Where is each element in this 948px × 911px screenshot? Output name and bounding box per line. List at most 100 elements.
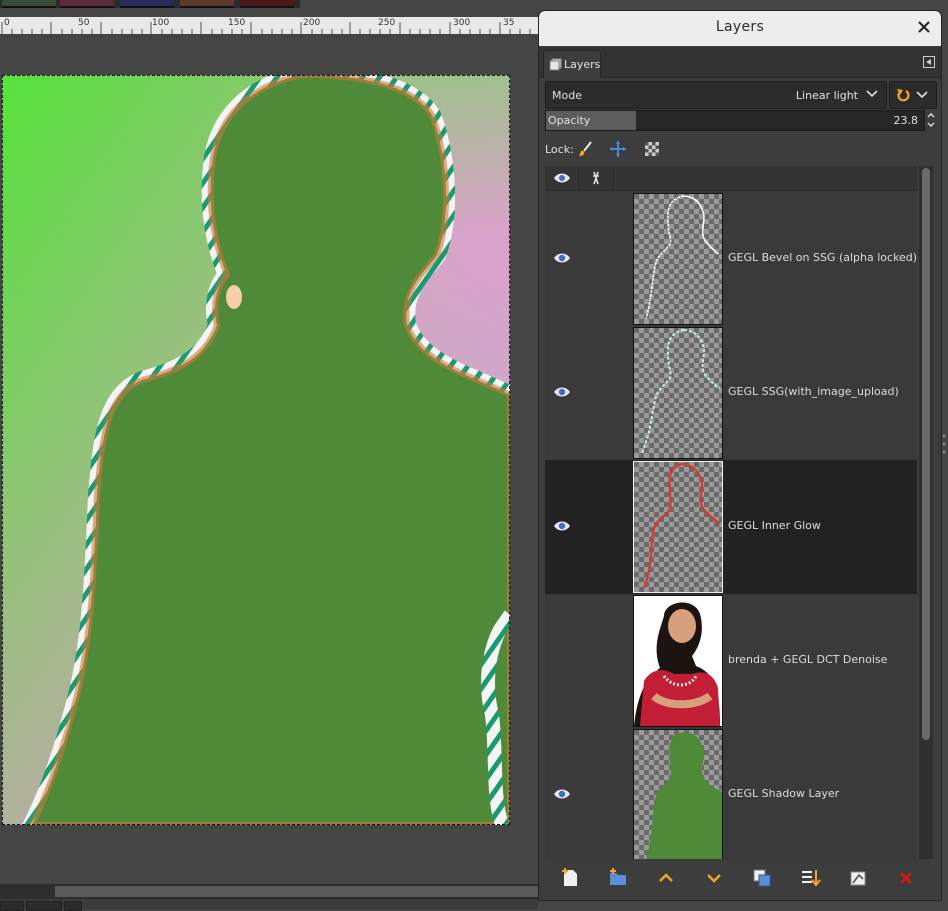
status-control[interactable]	[26, 901, 62, 911]
ruler-label: 250	[378, 18, 396, 28]
checkerboard-icon	[645, 142, 659, 156]
layer-name[interactable]: GEGL Bevel on SSG (alpha locked)	[728, 251, 917, 264]
lock-position-button[interactable]	[609, 140, 627, 158]
status-bar	[0, 899, 538, 911]
layer-row[interactable]: GEGL SSG(with_image_upload)	[545, 326, 917, 460]
layers-dialog: Layers Layers Mode Linear light Opacity …	[538, 10, 942, 901]
raise-layer-button[interactable]	[655, 867, 677, 889]
layer-row[interactable]: GEGL Bevel on SSG (alpha locked)	[545, 192, 917, 326]
layer-thumbnail[interactable]	[633, 595, 723, 727]
opacity-spin-button[interactable]	[925, 110, 937, 130]
chevron-up-icon	[659, 873, 673, 882]
layer-name[interactable]: GEGL SSG(with_image_upload)	[728, 385, 899, 398]
dialog-title: Layers	[715, 19, 765, 35]
tab-layers[interactable]: Layers	[543, 50, 601, 78]
duplicate-layer-button[interactable]	[751, 867, 773, 889]
horizontal-scrollbar[interactable]	[0, 884, 538, 899]
close-icon	[918, 21, 930, 33]
ruler-label: 150	[228, 18, 246, 28]
chevron-down-icon	[866, 90, 878, 98]
image-tab-thumbnail[interactable]	[180, 0, 234, 8]
merge-layer-button[interactable]	[799, 867, 821, 889]
delete-icon	[899, 871, 913, 885]
layers-list[interactable]: GEGL Bevel on SSG (alpha locked) GEGL SS…	[545, 166, 917, 859]
layer-row-active[interactable]: GEGL Inner Glow	[545, 460, 917, 594]
chevron-down-icon	[916, 91, 928, 99]
lower-layer-button[interactable]	[703, 867, 725, 889]
visibility-eye-icon[interactable]	[553, 385, 571, 399]
ruler-label: 35	[503, 18, 515, 28]
image-tab-thumbnail[interactable]	[120, 0, 174, 8]
ruler-label: 50	[78, 18, 90, 28]
scrollbar-thumb[interactable]	[922, 168, 930, 740]
status-control[interactable]	[0, 901, 24, 911]
new-layer-button[interactable]	[559, 867, 581, 889]
lock-pixels-button[interactable]	[577, 140, 595, 158]
visibility-eye-icon[interactable]	[553, 519, 571, 533]
ruler-label: 200	[303, 18, 321, 28]
layers-list-header	[545, 166, 917, 191]
reset-arrow-icon	[897, 89, 910, 102]
image-canvas[interactable]	[2, 75, 510, 825]
visibility-eye-icon[interactable]	[553, 251, 571, 265]
visibility-toggle-empty[interactable]	[553, 653, 571, 667]
close-button[interactable]	[915, 19, 933, 37]
tab-label: Layers	[564, 58, 601, 71]
layer-thumbnail[interactable]	[633, 461, 723, 593]
image-tabs-strip[interactable]	[0, 0, 300, 8]
delete-layer-button[interactable]	[895, 867, 917, 889]
paintbrush-icon	[579, 141, 592, 156]
tab-menu-button[interactable]	[923, 56, 935, 68]
layer-row[interactable]: GEGL Shadow Layer	[545, 728, 917, 859]
lock-row: Lock:	[545, 139, 937, 159]
layer-row[interactable]: brenda + GEGL DCT Denoise	[545, 594, 917, 728]
horizontal-ruler[interactable]: 0 50 100 150 200 250 300 35	[0, 17, 538, 34]
move-cross-icon	[610, 141, 626, 157]
opacity-value: 23.8	[893, 114, 919, 127]
ruler-label: 300	[453, 18, 471, 28]
mode-row: Mode Linear light	[545, 81, 937, 109]
new-layer-group-button[interactable]	[607, 867, 629, 889]
layers-icon	[549, 58, 562, 71]
image-tab-thumbnail[interactable]	[240, 0, 294, 8]
lock-label: Lock:	[545, 143, 574, 156]
eye-icon	[554, 173, 570, 183]
layers-toolbar	[545, 863, 937, 893]
new-layer-icon	[562, 868, 577, 886]
visibility-column-header[interactable]	[545, 166, 579, 190]
opacity-row: Opacity 23.8	[545, 110, 937, 131]
tab-menu-icon	[923, 56, 935, 68]
opacity-label: Opacity	[548, 114, 591, 127]
mode-select[interactable]: Mode Linear light	[545, 81, 887, 109]
mode-value: Linear light	[795, 89, 858, 102]
layer-thumbnail[interactable]	[633, 327, 723, 459]
folder-icon	[610, 868, 626, 885]
dock-tab-bar: Layers	[539, 47, 941, 78]
image-tab-thumbnail[interactable]	[2, 0, 56, 8]
layer-thumbnail[interactable]	[633, 193, 723, 325]
mode-group-switch-button[interactable]	[889, 81, 937, 109]
merge-down-icon	[802, 870, 821, 887]
dialog-titlebar[interactable]: Layers	[539, 11, 941, 46]
spin-arrows-icon	[927, 113, 935, 127]
chain-icon	[593, 171, 599, 185]
mode-label: Mode	[552, 89, 582, 102]
ruler-label: 0	[4, 18, 10, 28]
visibility-eye-icon[interactable]	[553, 787, 571, 801]
layer-name[interactable]: brenda + GEGL DCT Denoise	[728, 653, 887, 666]
status-control[interactable]	[64, 901, 82, 911]
scrollbar-thumb[interactable]	[55, 886, 538, 897]
duplicate-icon	[753, 869, 771, 887]
opacity-slider[interactable]: Opacity 23.8	[545, 110, 925, 131]
layers-vertical-scrollbar[interactable]	[919, 166, 933, 859]
layer-name[interactable]: GEGL Shadow Layer	[728, 787, 839, 800]
layer-mask-icon	[850, 871, 866, 886]
layer-name[interactable]: GEGL Inner Glow	[728, 519, 821, 532]
layer-thumbnail[interactable]	[633, 729, 723, 859]
dock-resize-grip[interactable]	[940, 430, 948, 460]
mask-layer-button[interactable]	[847, 867, 869, 889]
link-column-header[interactable]	[579, 166, 614, 190]
lock-alpha-button[interactable]	[643, 140, 661, 158]
image-tab-thumbnail[interactable]	[60, 0, 114, 8]
chevron-down-icon	[707, 874, 721, 883]
